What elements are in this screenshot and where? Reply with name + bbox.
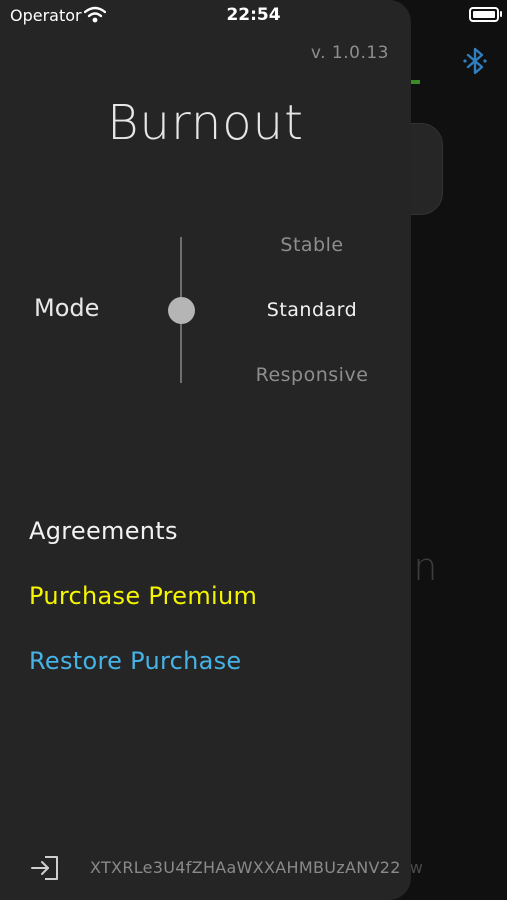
logout-icon[interactable]	[30, 855, 60, 881]
side-drawer: v. 1.0.13 Burnout Mode Stable Standard R…	[0, 0, 411, 900]
version-label: v. 1.0.13	[310, 43, 389, 63]
mode-slider-thumb[interactable]	[168, 297, 195, 324]
status-time: 22:54	[226, 5, 281, 25]
mode-option-responsive[interactable]: Responsive	[247, 364, 377, 386]
app-title: Burnout	[107, 95, 304, 151]
mode-option-standard[interactable]: Standard	[247, 299, 377, 321]
mode-label: Mode	[34, 294, 100, 322]
bluetooth-icon[interactable]	[462, 46, 488, 76]
restore-purchase-link[interactable]: Restore Purchase	[29, 647, 241, 675]
mode-option-stable[interactable]: Stable	[247, 234, 377, 256]
purchase-premium-link[interactable]: Purchase Premium	[29, 582, 257, 610]
agreements-link[interactable]: Agreements	[29, 517, 178, 545]
device-id: XTXRLe3U4fZHAaWXXAHMBUzANV22	[90, 858, 401, 877]
